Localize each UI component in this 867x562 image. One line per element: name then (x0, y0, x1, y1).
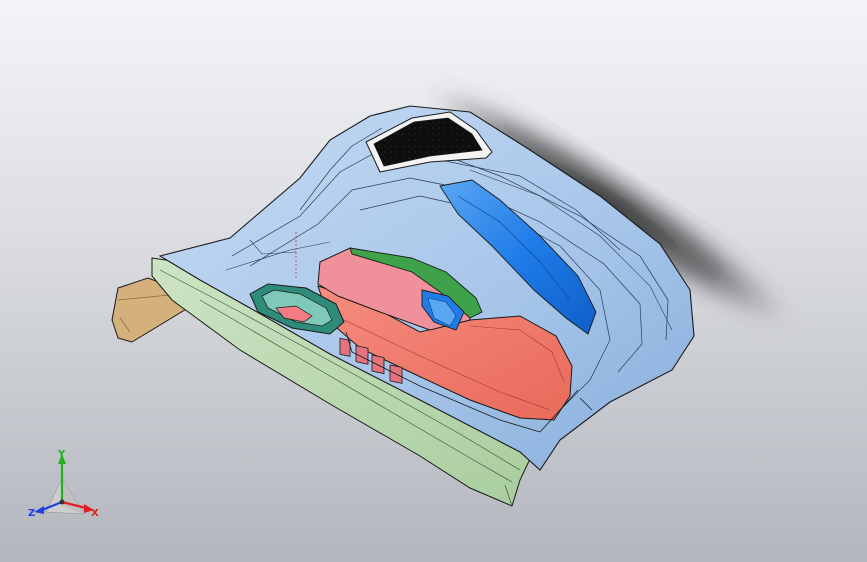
cad-3d-viewport[interactable]: Y X Z (0, 0, 867, 562)
x-axis-label: X (91, 508, 99, 519)
z-axis-arrow (34, 506, 44, 514)
axis-triad: Y X Z (28, 449, 99, 519)
z-axis-label: Z (28, 508, 35, 519)
triad-origin (59, 499, 65, 505)
y-axis-label: Y (57, 449, 66, 460)
